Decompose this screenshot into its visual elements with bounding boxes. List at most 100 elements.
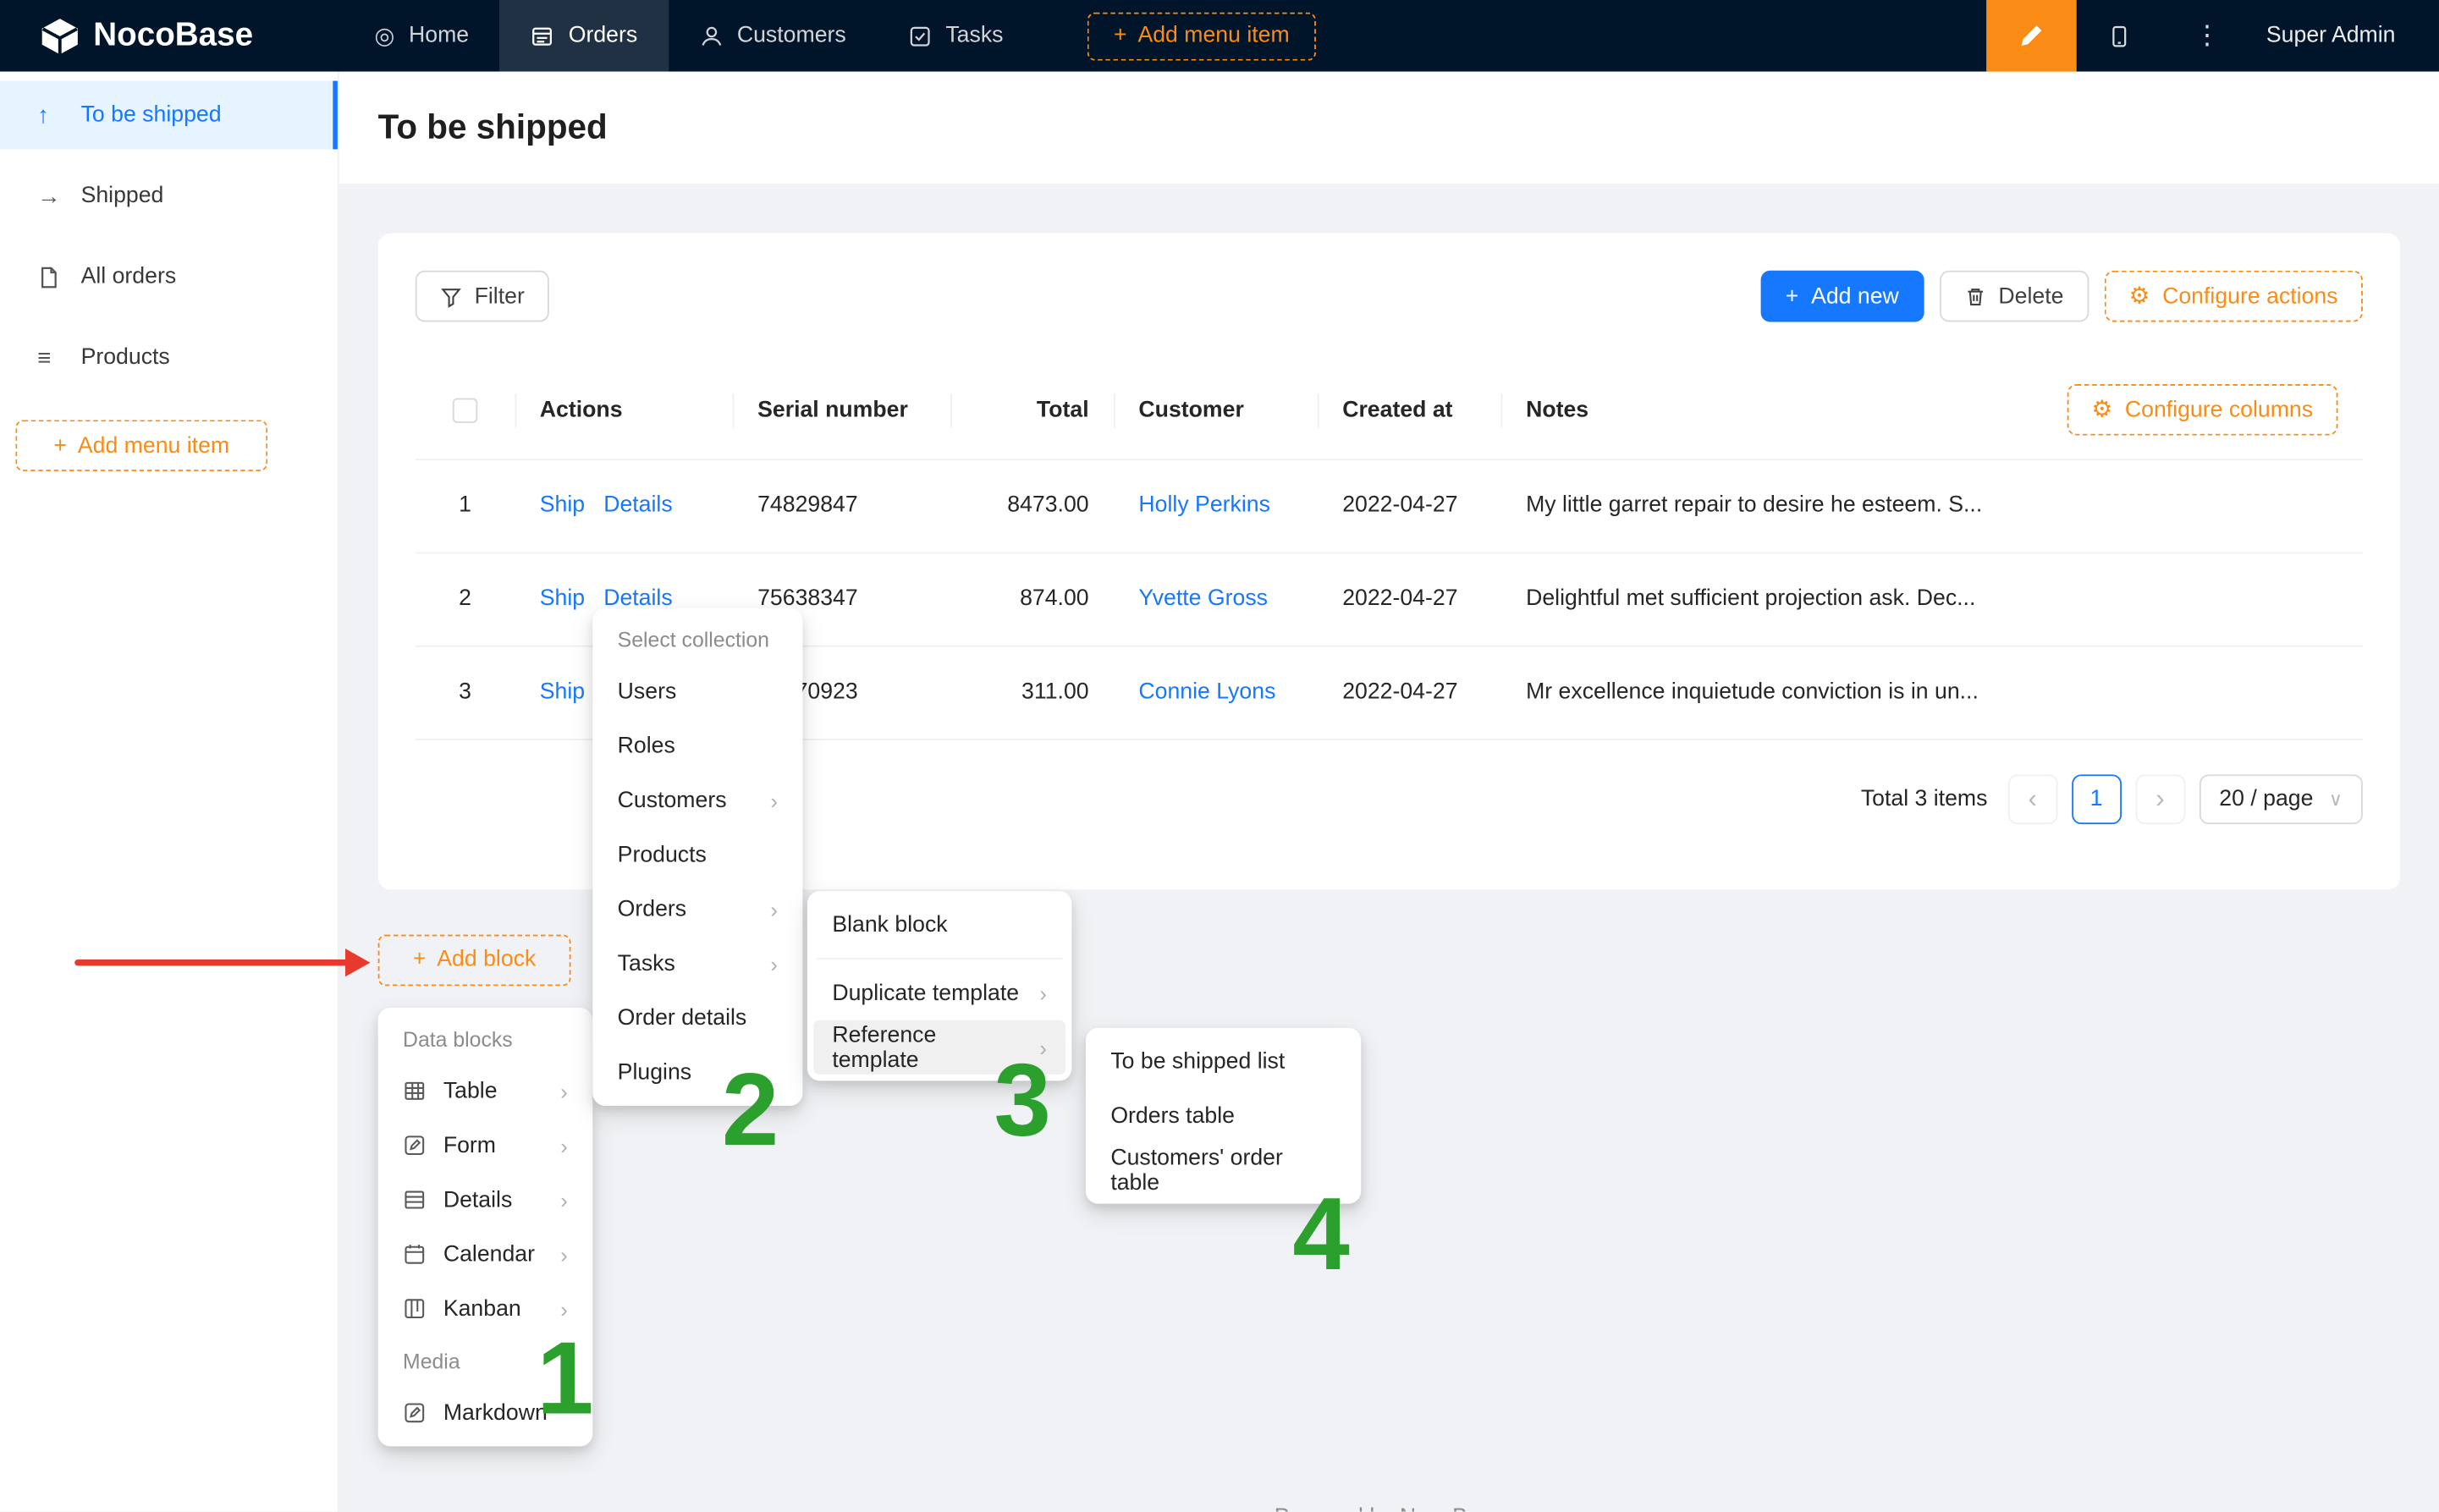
menu-item-orders-table[interactable]: Orders table [1092, 1089, 1355, 1143]
column-header-serial: Serial number [733, 362, 950, 459]
navbar-add-menu-item-button[interactable]: + Add menu item [1087, 12, 1316, 60]
kanban-block-icon [403, 1297, 427, 1321]
top-navbar: NocoBase ◎ Home Orders Customers [0, 0, 2439, 72]
column-header-notes: Notes [1526, 398, 1588, 422]
add-new-button[interactable]: + Add new [1760, 271, 1924, 322]
column-header-customer: Customer [1114, 362, 1318, 459]
configure-actions-button[interactable]: ⚙ Configure actions [2104, 271, 2363, 322]
ship-link[interactable]: Ship [540, 586, 585, 611]
nocobase-logo-icon [41, 16, 80, 55]
more-icon: ⋮ [2194, 20, 2220, 52]
table-row: 1 ShipDetails 74829847 8473.00 Holly Per… [416, 459, 2363, 552]
nav-item-customers[interactable]: Customers [669, 0, 877, 72]
ship-link[interactable]: Ship [540, 493, 585, 518]
table-block-icon [403, 1080, 427, 1103]
cell-total: 8473.00 [950, 459, 1114, 552]
tasks-icon [908, 24, 932, 47]
menu-item-to-be-shipped-list[interactable]: To be shipped list [1092, 1034, 1355, 1088]
pagination-next-button[interactable]: › [2135, 773, 2185, 823]
nav-item-tasks[interactable]: Tasks [877, 0, 1034, 72]
sidebar-item-to-be-shipped[interactable]: ↑ To be shipped [0, 81, 338, 150]
menu-item-blank-block[interactable]: Blank block [813, 898, 1065, 952]
chevron-right-icon: › [560, 1187, 568, 1212]
annotation-step-1: 1 [537, 1327, 593, 1429]
user-menu[interactable]: Super Admin [2266, 24, 2396, 48]
chevron-right-icon: › [1039, 981, 1047, 1005]
page-size-select[interactable]: 20 / page ∨ [2199, 773, 2363, 823]
menu-item-details[interactable]: Details › [384, 1173, 586, 1227]
annotation-step-2: 2 [722, 1058, 779, 1160]
menu-item-form[interactable]: Form › [384, 1119, 586, 1173]
sidebar-item-all-orders[interactable]: All orders [0, 243, 338, 311]
gear-icon: ⚙ [2091, 399, 2112, 422]
sidebar-item-label: To be shipped [81, 102, 222, 127]
menu-item-orders[interactable]: Orders› [599, 882, 796, 936]
page-title: To be shipped [378, 107, 608, 148]
sidebar-item-label: Products [81, 345, 170, 370]
menu-group-title: Select collection [599, 614, 796, 664]
delete-button[interactable]: Delete [1940, 271, 2089, 322]
chevron-right-icon: › [770, 897, 778, 921]
cell-notes: Mr excellence inquietude conviction is i… [1501, 646, 2363, 739]
cell-notes: My little garret repair to desire he est… [1501, 459, 2363, 552]
chevron-right-icon: › [770, 951, 778, 976]
select-all-checkbox[interactable] [453, 398, 477, 422]
more-menu-button[interactable]: ⋮ [2164, 0, 2251, 72]
mobile-preview-button[interactable] [2077, 0, 2164, 72]
add-block-button[interactable]: + Add block [378, 934, 571, 986]
menu-item-users[interactable]: Users [599, 664, 796, 718]
table-header-row: Actions Serial number Total Customer Cre… [416, 362, 2363, 459]
cell-created-at: 2022-04-27 [1318, 459, 1501, 552]
column-header-created-at: Created at [1318, 362, 1501, 459]
ship-link[interactable]: Ship [540, 679, 585, 704]
annotation-step-3: 3 [994, 1048, 1050, 1151]
customer-link[interactable]: Holly Perkins [1138, 493, 1270, 518]
select-collection-menu: Select collection Users Roles Customers›… [592, 608, 802, 1106]
customer-link[interactable]: Yvette Gross [1138, 586, 1268, 611]
sidebar-item-shipped[interactable]: → Shipped [0, 162, 338, 230]
menu-group-title: Data blocks [384, 1014, 586, 1064]
customer-link[interactable]: Connie Lyons [1138, 679, 1275, 704]
cell-notes: Delightful met sufficient projection ask… [1501, 552, 2363, 645]
details-link[interactable]: Details [603, 493, 672, 518]
plus-icon: + [1786, 283, 1799, 308]
sidebar-add-menu-item-button[interactable]: + Add menu item [15, 420, 267, 471]
menu-item-calendar[interactable]: Calendar › [384, 1227, 586, 1281]
menu-item-products[interactable]: Products [599, 827, 796, 882]
details-block-icon [403, 1188, 427, 1212]
cell-total: 311.00 [950, 646, 1114, 739]
arrow-head-icon [345, 948, 370, 976]
menu-item-customers[interactable]: Customers› [599, 772, 796, 827]
trash-icon [1964, 285, 1986, 307]
filter-button[interactable]: Filter [416, 271, 549, 322]
nav-item-orders[interactable]: Orders [500, 0, 669, 72]
plus-icon: + [413, 947, 427, 971]
sidebar: ↑ To be shipped → Shipped All orders ≡ P… [0, 72, 339, 1512]
nav-item-home[interactable]: ◎ Home [344, 0, 500, 72]
cell-total: 874.00 [950, 552, 1114, 645]
ui-editor-button[interactable] [1986, 0, 2077, 72]
page-header: To be shipped [339, 72, 2439, 184]
arrow-right-icon: → [37, 183, 62, 209]
nav-item-label: Home [409, 24, 469, 48]
table-toolbar: Filter + Add new Delete [416, 271, 2363, 322]
sidebar-item-products[interactable]: ≡ Products [0, 323, 338, 392]
sidebar-item-label: Shipped [81, 184, 164, 208]
chevron-right-icon: › [560, 1133, 568, 1157]
row-index: 1 [416, 459, 515, 552]
brand[interactable]: NocoBase [0, 16, 300, 55]
configure-columns-button[interactable]: ⚙ Configure columns [2067, 384, 2337, 436]
pagination-prev-button[interactable]: ‹ [2007, 773, 2057, 823]
arrow-up-icon: ↑ [37, 102, 62, 128]
markdown-block-icon [403, 1401, 427, 1425]
pagination-total: Total 3 items [1861, 786, 1988, 811]
menu-item-order-details[interactable]: Order details [599, 991, 796, 1045]
plus-icon: + [1114, 24, 1127, 48]
menu-item-table[interactable]: Table › [384, 1064, 586, 1118]
pagination-page-1[interactable]: 1 [2072, 773, 2122, 823]
menu-item-duplicate-template[interactable]: Duplicate template› [813, 965, 1065, 1020]
menu-item-roles[interactable]: Roles [599, 718, 796, 772]
form-block-icon [403, 1134, 427, 1157]
menu-item-tasks[interactable]: Tasks› [599, 936, 796, 990]
customers-icon [700, 24, 724, 47]
